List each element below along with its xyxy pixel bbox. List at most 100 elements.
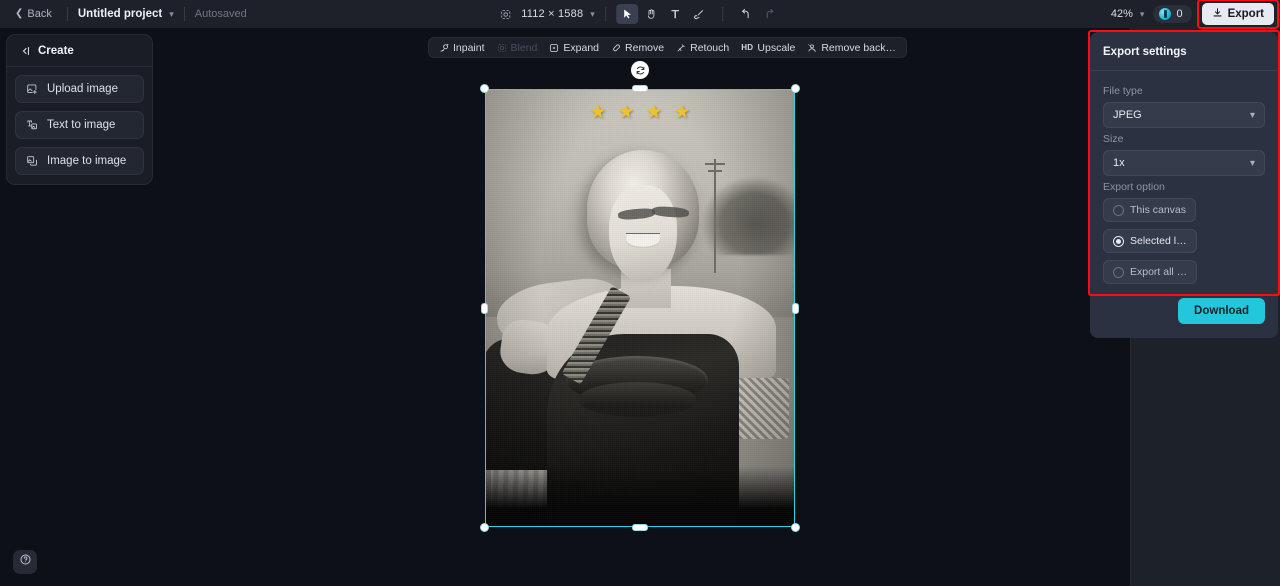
star-icon: ★	[645, 102, 663, 124]
project-name-dropdown[interactable]: Untitled project ▾	[78, 8, 174, 20]
photo-grain	[485, 89, 795, 527]
resize-handle-bottom-right[interactable]	[791, 523, 800, 532]
export-option-this-canvas-label: This canvas	[1130, 204, 1187, 216]
resize-handle-top-left[interactable]	[480, 84, 489, 93]
dimensions-chevron-down-icon[interactable]: ▾	[590, 9, 595, 20]
credits-indicator[interactable]: 0	[1153, 5, 1192, 23]
image-to-image-button[interactable]: Image to image	[15, 147, 144, 175]
chevron-left-icon: ❮	[15, 8, 24, 19]
zoom-level: 42%	[1110, 8, 1133, 20]
remove-background-label: Remove back…	[821, 41, 897, 54]
redo-tool[interactable]	[759, 4, 781, 24]
export-settings-panel: Export settings File type JPEG ▾ Size 1x…	[1090, 32, 1278, 338]
inpaint-label: Inpaint	[453, 41, 485, 54]
upscale-button[interactable]: HD Upscale	[735, 39, 801, 57]
chevron-down-icon: ▾	[1249, 109, 1255, 121]
file-type-label: File type	[1103, 85, 1143, 97]
hand-tool[interactable]	[640, 4, 662, 24]
back-label: Back	[27, 8, 52, 20]
back-button[interactable]: ❮ Back	[10, 5, 57, 23]
upload-image-label: Upload image	[47, 83, 118, 95]
help-icon	[19, 553, 32, 571]
canvas-dimensions: 1112 × 1588	[521, 8, 584, 20]
canvas-area[interactable]: ★ ★ ★ ★	[0, 28, 1280, 586]
resize-handle-bottom-center[interactable]	[632, 524, 648, 531]
image-to-image-icon	[26, 155, 38, 167]
star-icon: ★	[617, 102, 635, 124]
export-button-wrapper: Export	[1196, 0, 1279, 29]
star-icon: ★	[673, 102, 691, 124]
radio-icon	[1113, 266, 1124, 278]
export-settings-title: Export settings	[1103, 46, 1187, 58]
retouch-label: Retouch	[690, 41, 730, 54]
export-option-export-all-label: Export all …	[1130, 266, 1188, 278]
upload-image-button[interactable]: Upload image	[15, 75, 144, 103]
create-panel: Create Upload image Text to image Image …	[6, 34, 153, 185]
export-option-selected-layer[interactable]: Selected l…	[1103, 229, 1197, 253]
brush-tool[interactable]	[688, 4, 710, 24]
rotate-handle[interactable]	[631, 61, 649, 79]
select-tool[interactable]	[615, 4, 638, 24]
radio-icon	[1113, 204, 1124, 216]
undo-tool[interactable]	[735, 4, 757, 24]
blend-icon	[497, 43, 507, 53]
selected-layer[interactable]: ★ ★ ★ ★	[480, 61, 800, 532]
star-overlay: ★ ★ ★ ★	[485, 103, 795, 122]
resize-handle-top-right[interactable]	[791, 84, 800, 93]
expand-label: Expand	[563, 41, 600, 54]
create-panel-header: Create	[7, 35, 152, 67]
inpaint-button[interactable]: Inpaint	[433, 39, 491, 57]
chevron-down-icon: ▾	[169, 8, 174, 19]
autosaved-label: Autosaved	[194, 8, 247, 20]
blend-button: Blend	[491, 39, 544, 57]
star-icon: ★	[589, 102, 607, 124]
top-bar-center: 1112 × 1588 ▾	[499, 0, 781, 28]
text-tool[interactable]	[664, 4, 686, 24]
chevron-down-icon: ▾	[1249, 157, 1255, 169]
retouch-button[interactable]: Retouch	[670, 39, 735, 57]
hd-icon: HD	[741, 43, 754, 52]
resize-handle-middle-left[interactable]	[481, 303, 488, 314]
resize-handle-top-center[interactable]	[632, 85, 648, 92]
image-to-image-label: Image to image	[47, 155, 127, 167]
create-panel-items: Upload image Text to image Image to imag…	[7, 67, 152, 175]
export-settings-header: Export settings	[1090, 32, 1278, 71]
export-option-this-canvas[interactable]: This canvas	[1103, 198, 1197, 222]
help-button[interactable]	[13, 550, 37, 574]
file-type-value: JPEG	[1113, 109, 1142, 121]
text-to-image-button[interactable]: Text to image	[15, 111, 144, 139]
remove-button[interactable]: Remove	[605, 39, 670, 57]
size-label: Size	[1103, 133, 1124, 145]
create-panel-title: Create	[38, 45, 74, 57]
size-value: 1x	[1113, 157, 1125, 169]
upscale-label: Upscale	[757, 41, 796, 54]
tool-buttons	[615, 4, 781, 24]
export-settings-body: File type JPEG ▾ Size 1x ▾ Export option…	[1090, 71, 1278, 284]
canvas-context-toolbar: Inpaint Blend Expand Remove Retouch HD U…	[428, 37, 908, 58]
resize-handle-bottom-left[interactable]	[480, 523, 489, 532]
top-bar: ❮ Back Untitled project ▾ Autosaved 1112…	[0, 0, 1280, 29]
export-option-export-all[interactable]: Export all …	[1103, 260, 1198, 284]
expand-icon	[549, 43, 559, 53]
export-option-label: Export option	[1103, 181, 1165, 193]
size-select[interactable]: 1x ▾	[1103, 150, 1265, 176]
divider	[604, 7, 606, 21]
collapse-left-icon[interactable]	[19, 45, 31, 57]
resize-handle-middle-right[interactable]	[792, 303, 799, 314]
download-button[interactable]: Download	[1178, 298, 1265, 324]
zoom-chevron-down-icon[interactable]: ▾	[1140, 9, 1145, 20]
project-name: Untitled project	[77, 8, 163, 20]
divider	[721, 7, 723, 21]
download-icon	[1212, 7, 1223, 21]
export-option-selected-layer-label: Selected l…	[1130, 235, 1187, 247]
file-type-select[interactable]: JPEG ▾	[1103, 102, 1265, 128]
divider	[183, 7, 185, 21]
upload-image-icon	[26, 83, 38, 95]
export-settings-footer: Download	[1090, 284, 1278, 324]
expand-button[interactable]: Expand	[543, 39, 605, 57]
canvas-size-icon	[499, 8, 512, 21]
top-bar-left: ❮ Back Untitled project ▾ Autosaved	[0, 0, 247, 28]
remove-background-button[interactable]: Remove back…	[801, 39, 902, 57]
export-button[interactable]: Export	[1201, 3, 1274, 25]
canvas-image[interactable]: ★ ★ ★ ★	[485, 89, 795, 527]
